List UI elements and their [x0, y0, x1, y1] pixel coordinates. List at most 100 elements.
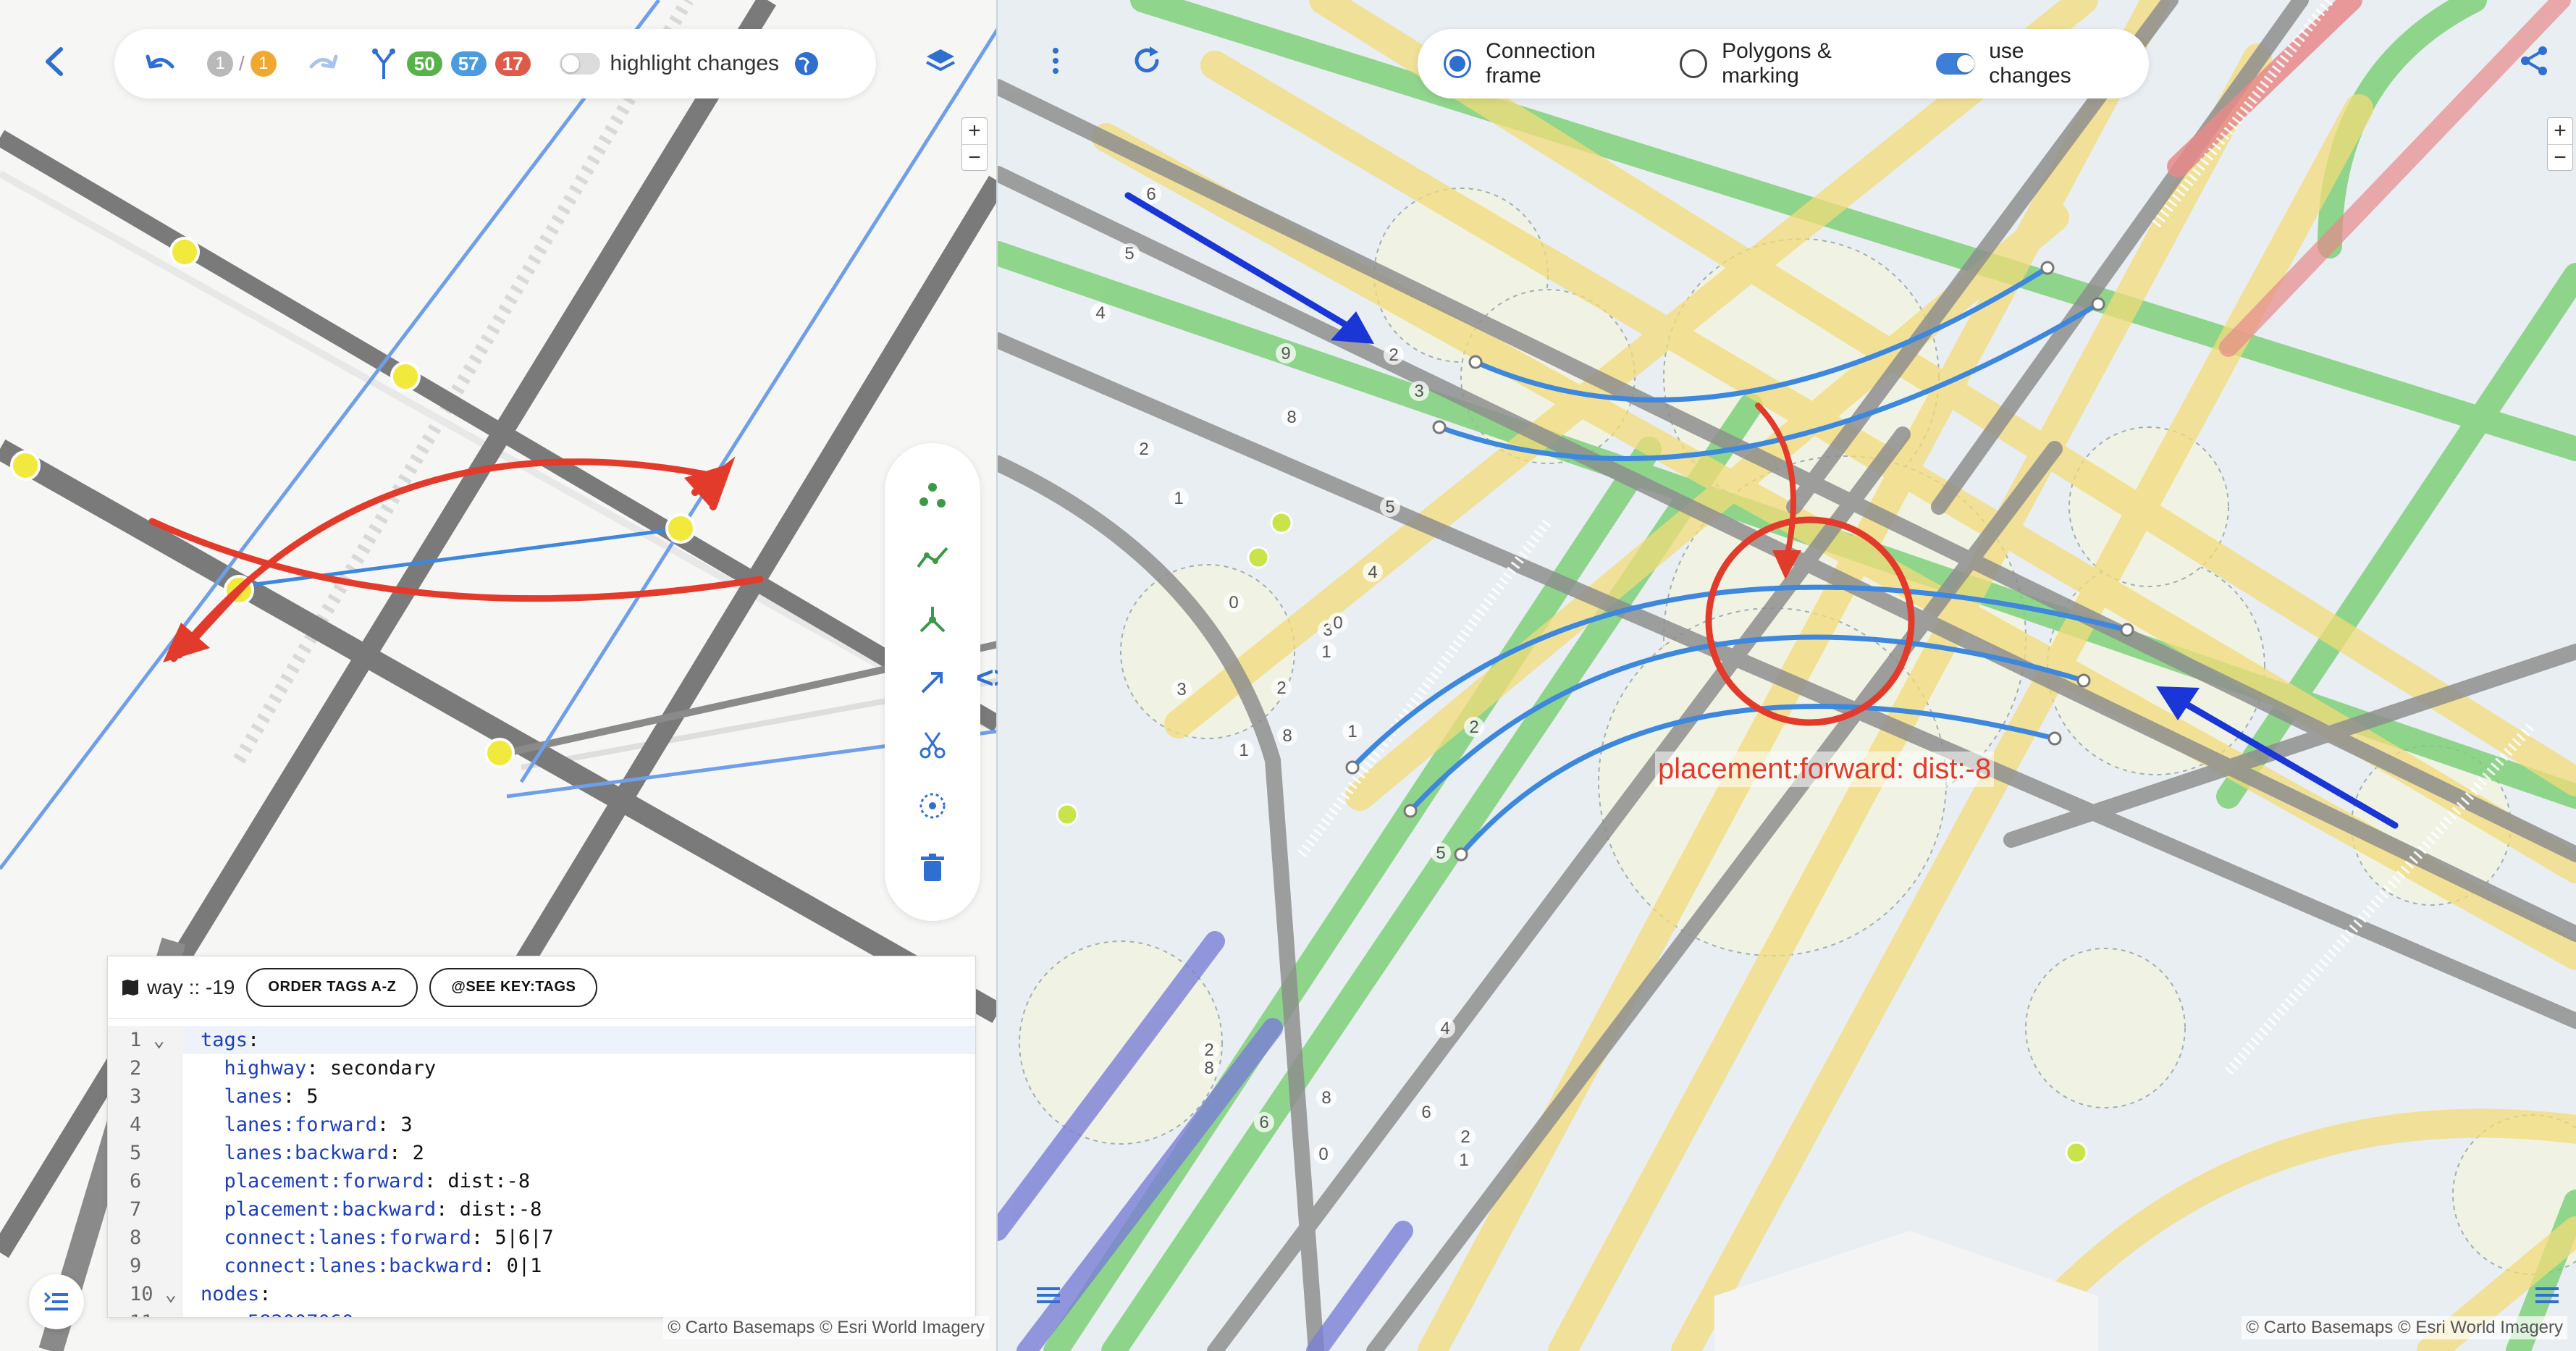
lane-number-label: 4 — [1368, 563, 1377, 582]
right-map-pane[interactable]: 6549821013543212380215468208612 Connecti… — [998, 0, 2576, 1351]
redo-button[interactable] — [306, 49, 340, 78]
right-list-button-2[interactable] — [2533, 1284, 2562, 1310]
lane-number-label: 0 — [1229, 593, 1238, 613]
junction-icon — [919, 607, 946, 633]
code-text: highway: secondary — [201, 1057, 437, 1079]
undo-button[interactable] — [143, 49, 178, 78]
split-tool[interactable] — [911, 723, 954, 766]
code-line[interactable]: 6 placement:forward: dist:-8 — [108, 1167, 975, 1195]
globe-button[interactable] — [792, 49, 821, 78]
right-map-attribution: © Carto Basemaps © Esri World Imagery — [2242, 1316, 2567, 1339]
line-number: 8 — [108, 1224, 183, 1252]
step-total: 1 — [250, 51, 277, 77]
order-tags-button[interactable]: ORDER TAGS A-Z — [246, 967, 418, 1007]
lane-number-label: 2 — [1139, 439, 1148, 459]
lane-number-label: 1 — [1239, 741, 1248, 760]
lane-number-label: 5 — [1436, 843, 1445, 863]
polygons-marking-radio[interactable] — [1679, 49, 1708, 78]
step-counter: 1 / 1 — [207, 51, 277, 77]
right-list-button[interactable] — [1034, 1284, 1063, 1310]
lane-number-label: 2 — [1204, 1040, 1213, 1060]
view-options-toolbar: Connection frame Polygons & marking use … — [1418, 29, 2149, 98]
share-icon — [2521, 46, 2547, 75]
lane-number-label: 6 — [1146, 185, 1156, 204]
line-number: 4 — [108, 1111, 183, 1139]
way-title: way :: -19 — [147, 975, 235, 998]
lane-number-label: 8 — [1321, 1088, 1331, 1108]
locate-tool[interactable] — [911, 784, 954, 828]
code-text: placement:backward: dist:-8 — [201, 1198, 542, 1221]
code-text: lanes:backward: 2 — [201, 1142, 424, 1164]
connection-frame-radio[interactable] — [1444, 49, 1472, 78]
zoom-out-button[interactable]: − — [962, 144, 987, 170]
use-changes-toggle[interactable] — [1936, 53, 1975, 75]
left-map-pane[interactable]: 1 / 1 50 57 17 highlight changes + − way… — [0, 0, 998, 1351]
code-text: connect:lanes:backward: 0|1 — [201, 1255, 542, 1277]
code-line[interactable]: 8 connect:lanes:forward: 5|6|7 — [108, 1224, 975, 1252]
undo-icon — [146, 54, 174, 69]
lane-number-label: 8 — [1287, 408, 1296, 427]
right-zoom-control: + − — [2547, 117, 2573, 171]
lane-number-label: 9 — [1281, 344, 1290, 363]
lane-number-label: 5 — [1385, 497, 1394, 517]
code-line[interactable]: 1 ⌄ tags: — [108, 1026, 975, 1054]
code-line[interactable]: 3 lanes: 5 — [108, 1082, 975, 1111]
menu-button[interactable] — [1048, 45, 1063, 77]
code-line[interactable]: 2 highway: secondary — [108, 1054, 975, 1082]
refresh-button[interactable] — [1131, 45, 1163, 77]
back-button[interactable] — [41, 45, 67, 78]
code-text: connect:lanes:forward: 5|6|7 — [201, 1226, 554, 1249]
layers-button[interactable] — [924, 45, 957, 78]
changes-button[interactable] — [369, 47, 398, 80]
delete-tool[interactable] — [911, 846, 954, 890]
junction-tool[interactable] — [911, 598, 954, 641]
code-line[interactable]: 10 ⌄ nodes: — [108, 1280, 975, 1308]
code-text: placement:forward: dist:-8 — [201, 1170, 531, 1192]
right-map-canvas[interactable]: 6549821013543212380215468208612 — [998, 0, 2576, 1351]
lane-number-label: 1 — [1347, 722, 1357, 741]
code-line[interactable]: 9 connect:lanes:backward: 0|1 — [108, 1252, 975, 1280]
see-key-tags-button[interactable]: @SEE KEY:TAGS — [429, 967, 598, 1007]
right-zoom-out-button[interactable]: − — [2548, 144, 2572, 170]
lane-number-label: 2 — [1389, 345, 1398, 365]
way-label: way :: -19 — [121, 976, 235, 999]
line-number: 9 — [108, 1252, 183, 1280]
globe-icon — [795, 52, 819, 75]
lane-number-label: 2 — [1469, 717, 1478, 737]
tag-code-editor[interactable]: 1 ⌄ tags: 2 highway: secondary 3 lanes: 54 … — [108, 1026, 975, 1317]
step-current: 1 — [207, 51, 233, 77]
highlight-changes-toggle[interactable] — [559, 53, 600, 75]
arrow-diagonal-icon — [921, 671, 943, 694]
point-tool[interactable] — [911, 474, 954, 518]
tag-editor-panel: way :: -19 ORDER TAGS A-Z @SEE KEY:TAGS … — [107, 956, 976, 1318]
lane-number-label: 5 — [1124, 244, 1134, 264]
changes-added-badge: 50 — [406, 51, 442, 76]
right-zoom-in-button[interactable]: + — [2548, 118, 2572, 144]
zoom-in-button[interactable]: + — [962, 118, 987, 144]
lane-number-label: 8 — [1204, 1059, 1213, 1078]
line-number: 2 — [108, 1054, 183, 1082]
code-line[interactable]: 5 lanes:backward: 2 — [108, 1139, 975, 1167]
list-icon — [2535, 1287, 2559, 1303]
map-icon — [122, 979, 138, 996]
code-line[interactable]: 7 placement:backward: dist:-8 — [108, 1195, 975, 1224]
line-number: 1 ⌄ — [108, 1026, 183, 1054]
lane-number-label: 4 — [1095, 303, 1105, 323]
lane-number-label: 0 — [1318, 1145, 1328, 1164]
map-attribution: © Carto Basemaps © Esri World Imagery — [663, 1316, 989, 1339]
zoom-control: + − — [961, 117, 988, 171]
list-icon — [1037, 1287, 1060, 1303]
line-number: 10 ⌄ — [108, 1280, 183, 1308]
target-icon — [919, 793, 946, 819]
code-text: - 582007060 — [183, 1311, 354, 1317]
line-number: 11 — [108, 1308, 183, 1317]
connection-frame-label: Connection frame — [1486, 39, 1596, 88]
lane-number-label: 2 — [1276, 678, 1286, 698]
connect-tool[interactable] — [911, 660, 954, 704]
lane-number-label: 4 — [1440, 1019, 1449, 1038]
line-tool[interactable] — [911, 536, 954, 580]
lane-number-label: 6 — [1259, 1113, 1268, 1132]
code-line[interactable]: 4 lanes:forward: 3 — [108, 1111, 975, 1139]
share-button[interactable] — [2518, 45, 2550, 77]
panel-toggle-button[interactable] — [29, 1274, 84, 1329]
